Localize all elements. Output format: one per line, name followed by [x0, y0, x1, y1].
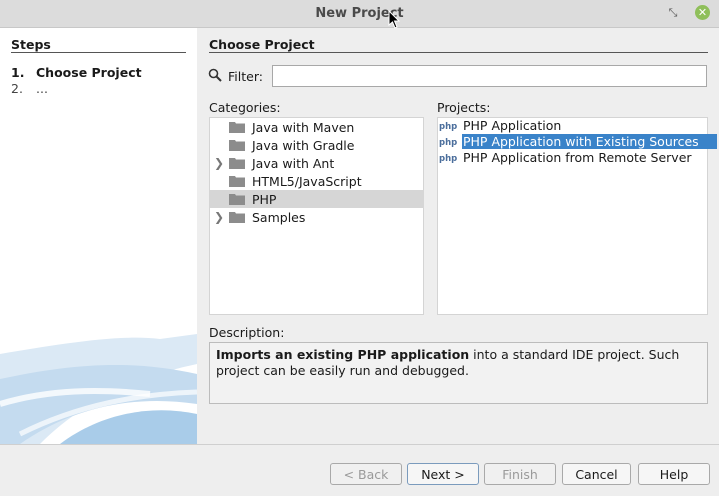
steps-title: Steps	[11, 37, 51, 52]
project-php-existing-sources[interactable]: php PHP Application with Existing Source…	[438, 134, 717, 150]
mouse-cursor-icon	[388, 10, 400, 29]
folder-icon	[229, 194, 245, 205]
steps-divider	[11, 52, 186, 53]
category-label: Java with Gradle	[252, 138, 355, 153]
description-label: Description:	[209, 325, 285, 340]
finish-button[interactable]: Finish	[484, 463, 556, 485]
php-icon: php	[439, 122, 457, 132]
chevron-right-icon[interactable]: ❯	[214, 156, 224, 170]
title-bar: New Project ⤡ ✕	[0, 0, 719, 28]
projects-label: Projects:	[437, 100, 491, 115]
chevron-right-icon[interactable]: ❯	[214, 210, 224, 224]
step-item-1: 1. Choose Project	[11, 65, 142, 80]
projects-list[interactable]: php PHP Application php PHP Application …	[437, 117, 717, 315]
category-label: HTML5/JavaScript	[252, 174, 362, 189]
category-java-with-maven[interactable]: Java with Maven	[210, 118, 424, 136]
close-icon[interactable]: ✕	[695, 5, 710, 20]
project-php-remote-server[interactable]: php PHP Application from Remote Server	[438, 150, 708, 166]
folder-icon	[229, 122, 245, 133]
categories-tree[interactable]: Java with Maven Java with Gradle ❯ Java …	[209, 117, 424, 315]
svg-text:php: php	[439, 154, 457, 164]
description-bold: Imports an existing PHP application	[216, 347, 470, 362]
description-box: Imports an existing PHP application into…	[209, 342, 708, 404]
step-number: 2.	[11, 81, 23, 96]
category-label: Java with Maven	[252, 120, 355, 135]
steps-panel: Steps 1. Choose Project 2....	[0, 28, 197, 444]
back-button[interactable]: < Back	[330, 463, 402, 485]
title-divider	[209, 52, 708, 53]
folder-icon	[229, 176, 245, 187]
category-label: Java with Ant	[252, 156, 335, 171]
folder-icon	[229, 212, 245, 223]
step-label: ...	[36, 81, 48, 96]
svg-text:php: php	[439, 138, 457, 148]
filter-input[interactable]	[272, 65, 707, 87]
restore-icon[interactable]: ⤡	[666, 6, 680, 20]
category-label: Samples	[252, 210, 306, 225]
project-label: PHP Application with Existing Sources	[462, 134, 717, 149]
project-label: PHP Application	[463, 118, 562, 133]
categories-label: Categories:	[209, 100, 281, 115]
decorative-swoosh-graphic	[0, 334, 197, 444]
step-label: Choose Project	[36, 65, 142, 80]
php-icon: php	[439, 138, 457, 148]
folder-icon	[229, 158, 245, 169]
category-samples[interactable]: ❯ Samples	[210, 208, 424, 226]
category-label: PHP	[252, 192, 277, 207]
window-title: New Project	[315, 6, 404, 21]
folder-icon	[229, 140, 245, 151]
php-icon: php	[439, 154, 457, 164]
category-html5-javascript[interactable]: HTML5/JavaScript	[210, 172, 424, 190]
cancel-button[interactable]: Cancel	[562, 463, 631, 485]
category-java-with-gradle[interactable]: Java with Gradle	[210, 136, 424, 154]
next-button[interactable]: Next >	[407, 463, 479, 485]
project-php-application[interactable]: php PHP Application	[438, 118, 708, 134]
category-java-with-ant[interactable]: ❯ Java with Ant	[210, 154, 424, 172]
project-label: PHP Application from Remote Server	[463, 150, 692, 165]
page-title: Choose Project	[209, 37, 315, 52]
step-number: 1.	[11, 65, 25, 80]
category-php[interactable]: PHP	[210, 190, 424, 208]
help-button[interactable]: Help	[638, 463, 710, 485]
filter-label: Filter:	[228, 69, 263, 84]
footer-divider	[0, 444, 719, 445]
step-item-2: 2....	[11, 81, 48, 96]
svg-text:php: php	[439, 122, 457, 132]
search-icon	[208, 68, 222, 82]
